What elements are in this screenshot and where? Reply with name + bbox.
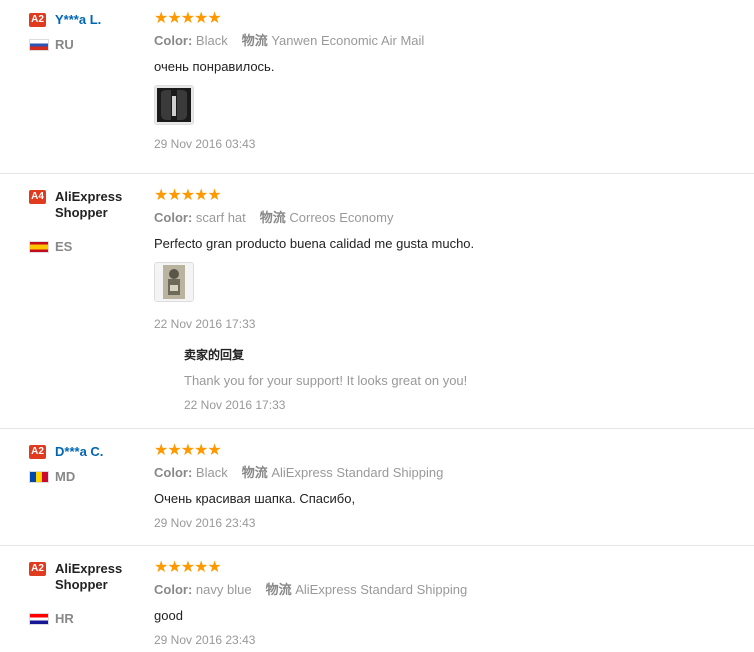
- star-rating: ★★★★★: [154, 187, 222, 204]
- seller-reply-text: Thank you for your support! It looks gre…: [184, 373, 468, 388]
- review-date: 22 Nov 2016 17:33: [154, 317, 256, 331]
- buyer-name[interactable]: D***a C.: [55, 444, 103, 460]
- review-item: A2 Y***a L. RU ★★★★★ Color: Black 物流 Yanw…: [0, 0, 754, 174]
- color-label: Color:: [154, 465, 193, 480]
- color-label: Color:: [154, 210, 193, 225]
- review-date: 29 Nov 2016 23:43: [154, 633, 256, 647]
- buyer-info: A4 AliExpress Shopper ES: [29, 189, 144, 254]
- review-item: A2 D***a C. MD ★★★★★ Color: Black 物流 AliE…: [0, 429, 754, 546]
- order-info: Color: Black 物流 Yanwen Economic Air Mail: [154, 33, 744, 49]
- color-label: Color:: [154, 33, 193, 48]
- review-photo-thumbnail[interactable]: [154, 262, 194, 302]
- shipping-label: 物流: [241, 33, 268, 48]
- star-rating: ★★★★★: [154, 10, 222, 27]
- seller-reply-title: 卖家的回复: [184, 348, 245, 362]
- person-photo-icon: [155, 263, 193, 301]
- review-text: Perfecto gran producto buena calidad me …: [154, 236, 475, 251]
- buyer-level-badge: A4: [29, 190, 46, 204]
- review-date: 29 Nov 2016 03:43: [154, 137, 256, 151]
- buyer-level-badge: A2: [29, 562, 46, 576]
- flag-md-icon: [29, 470, 49, 483]
- review-text: Очень красивая шапка. Спасибо,: [154, 491, 356, 506]
- shipping-value: Yanwen Economic Air Mail: [271, 33, 425, 48]
- star-rating: ★★★★★: [154, 559, 222, 576]
- color-value: navy blue: [195, 582, 252, 597]
- shipping-label: 物流: [259, 210, 286, 225]
- shipping-label: 物流: [265, 582, 292, 597]
- buyer-name[interactable]: Y***a L.: [55, 12, 101, 28]
- color-value: scarf hat: [195, 210, 246, 225]
- order-info: Color: Black 物流 AliExpress Standard Shipp…: [154, 465, 744, 481]
- review-item: A4 AliExpress Shopper ES ★★★★★ Color: sc…: [0, 174, 754, 429]
- buyer-info: A2 AliExpress Shopper HR: [29, 561, 144, 626]
- seller-reply-date: 22 Nov 2016 17:33: [184, 398, 286, 412]
- review-item: A2 AliExpress Shopper HR ★★★★★ Color: na…: [0, 546, 754, 652]
- buyer-name: AliExpress Shopper: [55, 189, 123, 220]
- buyer-country: HR: [55, 611, 74, 626]
- flag-hr-icon: [29, 612, 49, 625]
- flag-ru-icon: [29, 38, 49, 51]
- star-rating: ★★★★★: [154, 442, 222, 459]
- review-photo-thumbnail[interactable]: [154, 85, 194, 125]
- review-date: 29 Nov 2016 23:43: [154, 516, 256, 530]
- hat-photo-icon: [155, 86, 193, 124]
- flag-es-icon: [29, 240, 49, 253]
- buyer-level-badge: A2: [29, 13, 46, 27]
- buyer-country: MD: [55, 469, 76, 484]
- order-info: Color: scarf hat 物流 Correos Economy: [154, 210, 744, 226]
- seller-reply: 卖家的回复 Thank you for your support! It loo…: [184, 348, 584, 412]
- buyer-country: RU: [55, 37, 74, 52]
- review-text: очень понравилось.: [154, 59, 275, 74]
- color-value: Black: [195, 33, 228, 48]
- review-text: good: [154, 608, 183, 623]
- color-label: Color:: [154, 582, 193, 597]
- buyer-level-badge: A2: [29, 445, 46, 459]
- buyer-info: A2 Y***a L. RU: [29, 12, 144, 52]
- buyer-info: A2 D***a C. MD: [29, 444, 144, 484]
- shipping-value: Correos Economy: [289, 210, 394, 225]
- color-value: Black: [195, 465, 228, 480]
- buyer-name: AliExpress Shopper: [55, 561, 123, 592]
- shipping-value: AliExpress Standard Shipping: [295, 582, 468, 597]
- order-info: Color: navy blue 物流 AliExpress Standard S…: [154, 582, 744, 598]
- shipping-label: 物流: [241, 465, 268, 480]
- buyer-country: ES: [55, 239, 73, 254]
- shipping-value: AliExpress Standard Shipping: [271, 465, 444, 480]
